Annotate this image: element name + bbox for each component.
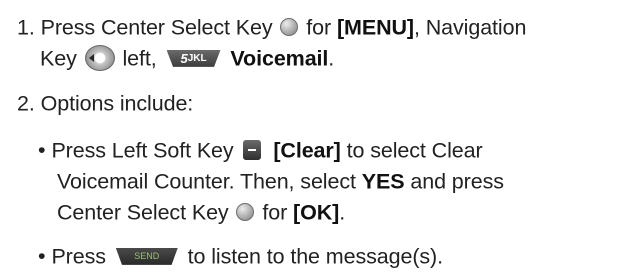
bullet-1-line-2-text: Voicemail Counter. Then, select	[57, 169, 356, 194]
bullet-1-and-press: and press	[410, 169, 504, 194]
navigation-key-left-icon	[84, 45, 115, 72]
bullet-1-line-3: Center Select Key for [OK].	[57, 198, 345, 225]
step-2-number: 2.	[17, 91, 35, 116]
voicemail-label: Voicemail	[230, 46, 329, 71]
step-1-period: .	[328, 46, 335, 71]
bullet-1-line-2: Voicemail Counter. Then, select YES and …	[57, 167, 504, 194]
bullet-1-period: .	[339, 200, 346, 225]
ok-label: [OK]	[293, 200, 340, 225]
bullet-1-text-b: to select Clear	[346, 138, 483, 163]
menu-label: [MENU]	[336, 15, 414, 40]
bullet-2-line: • Press SEND to listen to the message(s).	[38, 242, 443, 269]
key-5-icon: 5JKL	[166, 49, 221, 67]
step-1-left: left,	[122, 46, 157, 71]
step-1-line-2: Key left, 5JKL Voicemail.	[40, 44, 335, 72]
step-2-line: 2. Options include:	[17, 89, 193, 116]
instruction-page: 1. Press Center Select Key for [MENU], N…	[0, 0, 621, 276]
step-1-number: 1.	[17, 15, 35, 40]
bullet-1-marker: •	[38, 138, 46, 163]
center-select-key-icon-2	[236, 203, 255, 222]
left-soft-key-icon	[243, 140, 262, 161]
bullet-2-text-b: to listen to the message(s).	[187, 244, 443, 269]
bullet-2-text: Press	[51, 244, 106, 269]
step-2-text: Options include:	[40, 91, 194, 116]
yes-label: YES	[361, 169, 405, 194]
bullet-1-for: for	[262, 200, 288, 225]
bullet-2-marker: •	[38, 244, 46, 269]
clear-label: [Clear]	[273, 138, 341, 163]
bullet-1-line-1: • Press Left Soft Key [Clear] to select C…	[38, 136, 483, 163]
step-1-text: Press Center Select Key	[40, 15, 273, 40]
key-5-digit: 5	[180, 50, 188, 66]
step-1-navigation: , Navigation	[413, 15, 527, 40]
send-key-icon: SEND	[115, 247, 178, 265]
step-1-for: for	[306, 15, 332, 40]
key-5-letters: JKL	[187, 52, 207, 64]
step-1-line-1: 1. Press Center Select Key for [MENU], N…	[17, 13, 526, 40]
bullet-1-center-select: Center Select Key	[57, 200, 229, 225]
bullet-1-text: Press Left Soft Key	[51, 138, 234, 163]
step-1-key: Key	[40, 46, 77, 71]
center-select-key-icon	[280, 18, 299, 37]
